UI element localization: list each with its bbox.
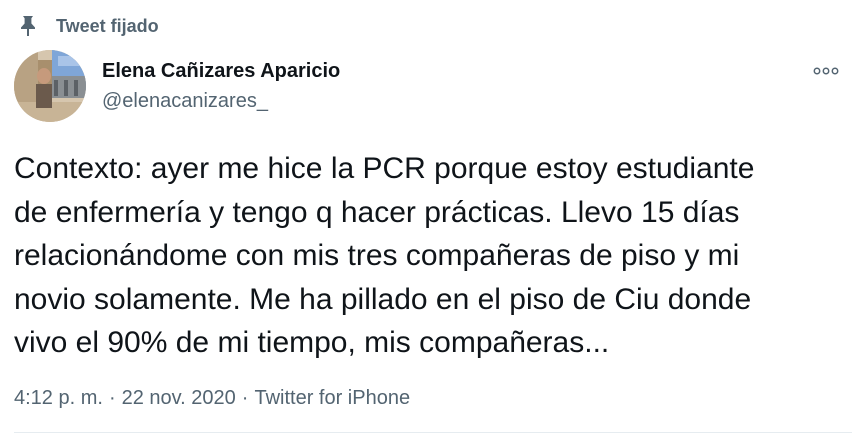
avatar[interactable] [14,50,86,122]
tweet-source[interactable]: Twitter for iPhone [254,384,410,412]
meta-separator: · [108,387,116,409]
divider [14,432,852,433]
author-display-name[interactable]: Elena Cañizares Aparicio [102,58,340,84]
tweet-metadata: 4:12 p. m. · 22 nov. 2020 · Twitter for … [14,384,410,412]
meta-separator: · [241,387,249,409]
pinned-indicator: Tweet fijado [16,12,159,40]
more-options-icon [813,67,839,75]
avatar-photo [14,50,86,122]
pin-icon [16,14,40,38]
tweet-date[interactable]: 22 nov. 2020 [122,384,236,412]
author-handle[interactable]: @elenacanizares_ [102,87,340,115]
tweet-text: Contexto: ayer me hice la PCR porque est… [14,152,755,359]
tweet-time[interactable]: 4:12 p. m. [14,384,103,412]
tweet-card[interactable]: Tweet fijado Elena Cañizares Aparicio @e… [0,0,863,436]
more-options-button[interactable] [808,56,844,86]
pinned-label: Tweet fijado [56,15,159,36]
author-block[interactable]: Elena Cañizares Aparicio @elenacanizares… [102,58,340,115]
